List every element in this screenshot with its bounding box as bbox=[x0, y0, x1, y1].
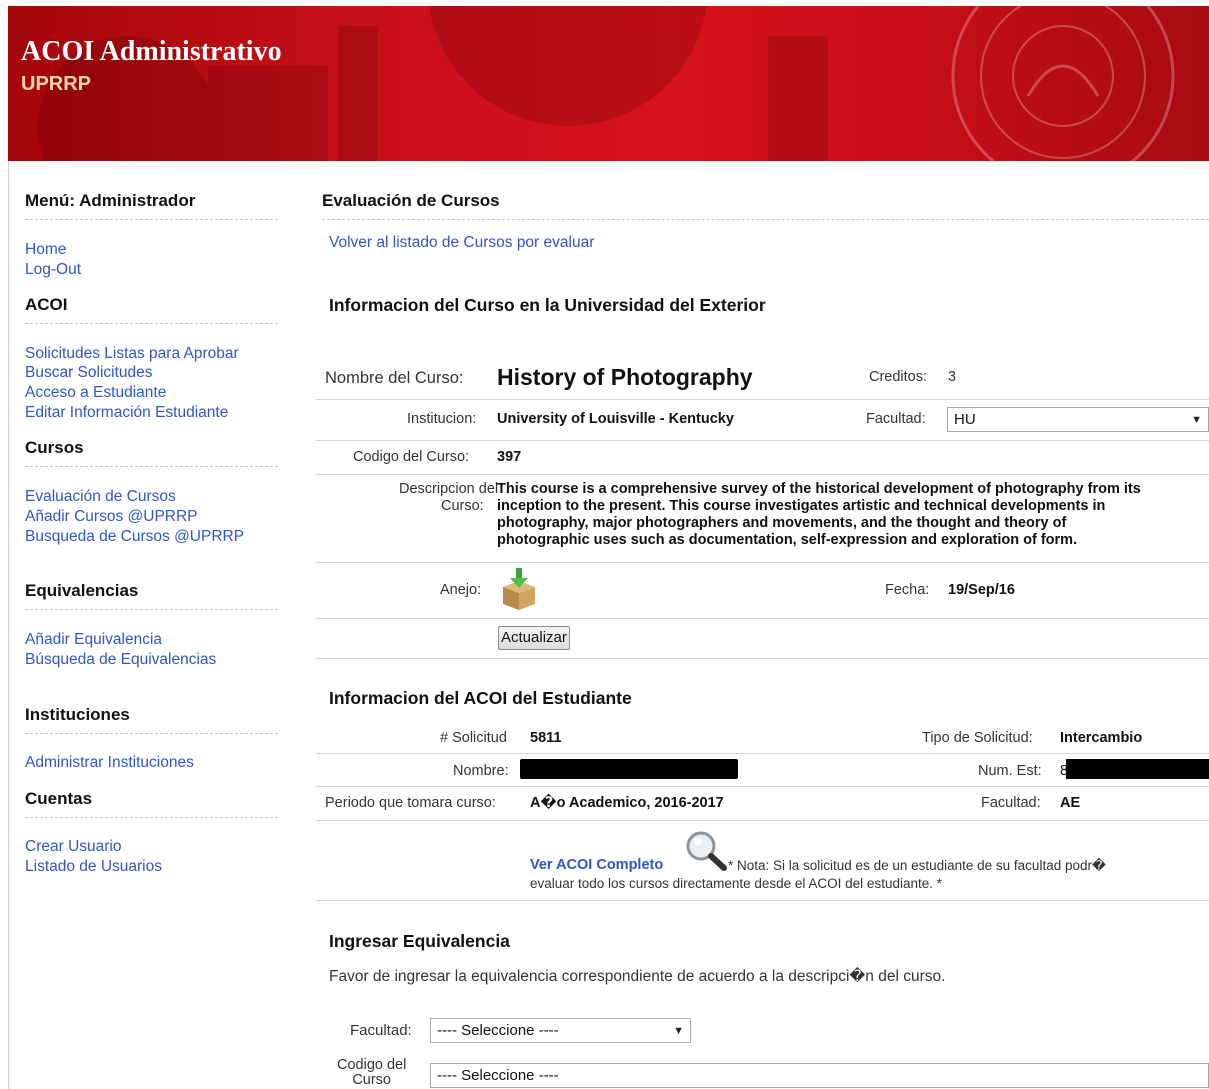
acoi-note-line1: * Nota: Si la solicitud es de un estudia… bbox=[728, 858, 1106, 873]
divider bbox=[316, 618, 1209, 619]
date-label: Fecha: bbox=[885, 582, 930, 598]
sidebar-link-buscar-solicitudes[interactable]: Buscar Solicitudes bbox=[25, 363, 153, 383]
description-line: photographic uses such as documentation,… bbox=[497, 532, 1078, 548]
student-number-label: Num. Est: bbox=[978, 763, 1042, 779]
institution-label: Institucion: bbox=[407, 411, 477, 427]
download-box-icon[interactable] bbox=[499, 567, 539, 611]
request-type-label: Tipo de Solicitud: bbox=[922, 730, 1033, 746]
institution-value: University of Louisville - Kentucky bbox=[497, 411, 734, 427]
sidebar-menu-title: Menú: Administrador bbox=[25, 191, 278, 220]
divider bbox=[316, 820, 1209, 821]
divider bbox=[316, 562, 1209, 563]
page-border bbox=[8, 161, 9, 1089]
course-faculty-select[interactable]: HU ▼ bbox=[947, 407, 1209, 432]
university-seal-icon bbox=[951, 6, 1175, 161]
chevron-down-icon: ▼ bbox=[1191, 413, 1202, 426]
course-section-title: Informacion del Curso en la Universidad … bbox=[329, 295, 766, 315]
equiv-faculty-selected: ---- Seleccione ---- bbox=[437, 1022, 559, 1039]
description-line: photography, major photographers and mov… bbox=[497, 515, 1067, 531]
divider bbox=[316, 786, 1209, 787]
course-description: This course is a comprehensive survey of… bbox=[497, 481, 1141, 549]
redacted-student-name bbox=[520, 759, 738, 779]
equiv-code-label-line1: Codigo del bbox=[337, 1057, 407, 1073]
sidebar-section-equivalencias: Equivalencias bbox=[25, 581, 278, 610]
divider bbox=[316, 753, 1209, 754]
course-code-label: Codigo del Curso: bbox=[353, 449, 470, 465]
sidebar-link-editar-estudiante[interactable]: Editar Información Estudiante bbox=[25, 403, 228, 423]
sidebar-link-administrar-instituciones[interactable]: Administrar Instituciones bbox=[25, 753, 194, 773]
app-subtitle: UPRRP bbox=[21, 73, 92, 95]
description-label-line2: Curso: bbox=[441, 498, 484, 514]
sidebar-link-evaluacion-cursos[interactable]: Evaluación de Cursos bbox=[25, 487, 176, 507]
equiv-code-select[interactable]: ---- Seleccione ---- bbox=[430, 1063, 1209, 1088]
sidebar-link-busqueda-equivalencias[interactable]: Búsqueda de Equivalencias bbox=[25, 650, 216, 670]
period-label: Periodo que tomara curso: bbox=[325, 795, 496, 811]
divider bbox=[316, 658, 1209, 659]
request-number-label: # Solicitud bbox=[440, 730, 507, 746]
equiv-faculty-select[interactable]: ---- Seleccione ---- ▼ bbox=[430, 1018, 691, 1043]
course-code-value: 397 bbox=[497, 449, 522, 465]
divider bbox=[316, 399, 1209, 400]
credits-value: 3 bbox=[948, 369, 957, 385]
divider bbox=[316, 440, 1209, 441]
description-line: This course is a comprehensive survey of… bbox=[497, 481, 1141, 497]
header-decoration bbox=[38, 6, 1175, 161]
acoi-section-title: Informacion del ACOI del Estudiante bbox=[329, 688, 632, 708]
equiv-section-title: Ingresar Equivalencia bbox=[329, 931, 510, 951]
redacted-student-number bbox=[1066, 759, 1209, 779]
view-full-acoi-link[interactable]: Ver ACOI Completo bbox=[530, 857, 663, 873]
update-button[interactable]: Actualizar bbox=[498, 626, 570, 650]
chevron-down-icon: ▼ bbox=[673, 1024, 684, 1037]
back-to-list-link[interactable]: Volver al listado de Cursos por evaluar bbox=[329, 234, 594, 252]
date-value: 19/Sep/16 bbox=[948, 582, 1015, 598]
divider bbox=[316, 900, 1209, 901]
sidebar-section-cuentas: Cuentas bbox=[25, 789, 278, 818]
course-faculty-label: Facultad: bbox=[866, 411, 926, 427]
acoi-faculty-label: Facultad: bbox=[981, 795, 1041, 811]
sidebar-section-instituciones: Instituciones bbox=[25, 705, 278, 734]
app-title: ACOI Administrativo bbox=[21, 36, 282, 67]
sidebar-link-crear-usuario[interactable]: Crear Usuario bbox=[25, 837, 121, 857]
credits-label: Creditos: bbox=[869, 369, 928, 385]
sidebar-section-acoi: ACOI bbox=[25, 295, 278, 324]
request-number-value: 5811 bbox=[530, 730, 562, 746]
sidebar-link-anadir-cursos[interactable]: Añadir Cursos @UPRRP bbox=[25, 507, 198, 527]
period-value: A�o Academico, 2016-2017 bbox=[530, 795, 724, 811]
description-line: inception to the present. This course in… bbox=[497, 498, 1106, 514]
request-type-value: Intercambio bbox=[1060, 730, 1143, 746]
divider bbox=[316, 474, 1209, 475]
equiv-code-label-line2: Curso bbox=[352, 1072, 391, 1088]
equiv-faculty-label: Facultad: bbox=[350, 1022, 412, 1039]
course-faculty-selected: HU bbox=[954, 411, 976, 428]
equiv-code-label: Codigo del Curso bbox=[337, 1058, 406, 1088]
sidebar-link-solicitudes-listas[interactable]: Solicitudes Listas para Aprobar bbox=[25, 344, 239, 364]
sidebar-link-logout[interactable]: Log-Out bbox=[25, 260, 81, 280]
sidebar-link-anadir-equivalencia[interactable]: Añadir Equivalencia bbox=[25, 630, 162, 650]
equiv-instructions: Favor de ingresar la equivalencia corres… bbox=[329, 968, 946, 985]
description-label-line1: Descripcion del bbox=[399, 481, 499, 497]
sidebar-link-busqueda-cursos[interactable]: Busqueda de Cursos @UPRRP bbox=[25, 527, 244, 547]
sidebar-section-cursos: Cursos bbox=[25, 438, 278, 467]
attachment-label: Anejo: bbox=[440, 582, 482, 598]
header-banner: ACOI Administrativo UPRRP bbox=[8, 6, 1209, 161]
acoi-faculty-value: AE bbox=[1060, 795, 1081, 811]
sidebar-link-home[interactable]: Home bbox=[25, 240, 66, 260]
course-name-label: Nombre del Curso: bbox=[325, 369, 464, 387]
acoi-note-line2: evaluar todo los cursos directamente des… bbox=[530, 876, 942, 891]
equiv-code-selected: ---- Seleccione ---- bbox=[437, 1067, 559, 1084]
student-name-label: Nombre: bbox=[453, 763, 509, 779]
magnifier-icon[interactable] bbox=[684, 830, 728, 872]
page-title: Evaluación de Cursos bbox=[322, 191, 1209, 220]
course-name-value: History of Photography bbox=[497, 364, 753, 390]
sidebar-link-listado-usuarios[interactable]: Listado de Usuarios bbox=[25, 857, 162, 877]
sidebar-link-acceso-estudiante[interactable]: Acceso a Estudiante bbox=[25, 383, 166, 403]
